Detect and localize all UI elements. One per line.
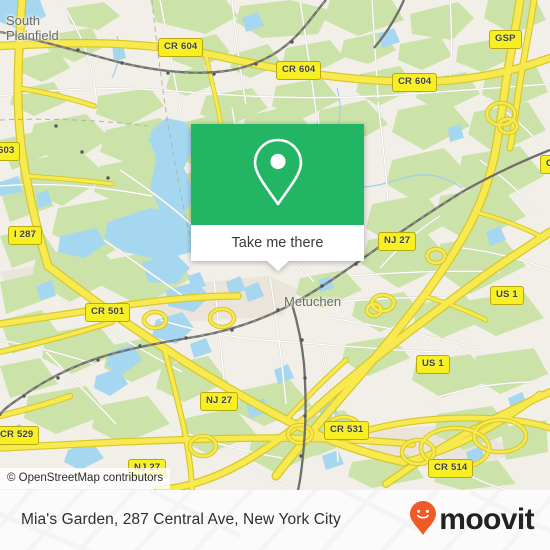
moovit-wordmark: moovit <box>439 503 534 536</box>
popup-cta[interactable]: Take me there <box>191 225 364 261</box>
page-title-label: Mia's Garden, 287 Central Ave, New York … <box>21 511 341 528</box>
road-shield-cr604-a[interactable]: CR 604 <box>158 38 204 57</box>
moovit-pin-smiley-icon <box>409 500 437 541</box>
osm-attribution-label: © OpenStreetMap contributors <box>7 472 164 484</box>
page-title: Mia's Garden, 287 Central Ave, New York … <box>21 490 341 550</box>
footer-bar: Mia's Garden, 287 Central Ave, New York … <box>0 490 550 550</box>
popup-cta-label: Take me there <box>231 235 324 251</box>
road-shield-cr501[interactable]: CR 501 <box>85 303 131 322</box>
road-shield-603[interactable]: 603 <box>0 142 21 161</box>
road-shield-cr604-b[interactable]: CR 604 <box>276 61 322 80</box>
map-canvas[interactable]: South Plainfield Metuchen CR 604 CR 604 … <box>0 0 550 490</box>
osm-attribution[interactable]: © OpenStreetMap contributors <box>0 468 171 489</box>
road-shield-nj27-b[interactable]: NJ 27 <box>200 392 239 411</box>
road-shield-cr531[interactable]: CR 531 <box>324 421 370 440</box>
road-shield-cr529[interactable]: CR 529 <box>0 426 40 445</box>
road-shield-nj27-a[interactable]: NJ 27 <box>378 232 417 251</box>
map-screenshot-root: South Plainfield Metuchen CR 604 CR 604 … <box>0 0 550 550</box>
road-shield-i287[interactable]: I 287 <box>8 226 43 245</box>
road-shield-us1-b[interactable]: US 1 <box>416 355 450 374</box>
road-shield-cr514[interactable]: CR 514 <box>428 459 474 478</box>
moovit-logo[interactable]: moovit <box>409 490 535 550</box>
road-shield-gsp[interactable]: GSP <box>489 30 522 49</box>
road-shield-gsp-edge[interactable]: GS <box>540 155 550 174</box>
road-shield-cr604-c[interactable]: CR 604 <box>392 73 438 92</box>
road-shield-us1-a[interactable]: US 1 <box>490 286 524 305</box>
map-pin-icon <box>250 136 306 213</box>
take-me-there-popup[interactable]: Take me there <box>191 124 364 271</box>
popup-tail <box>265 260 290 271</box>
popup-header <box>191 124 364 225</box>
